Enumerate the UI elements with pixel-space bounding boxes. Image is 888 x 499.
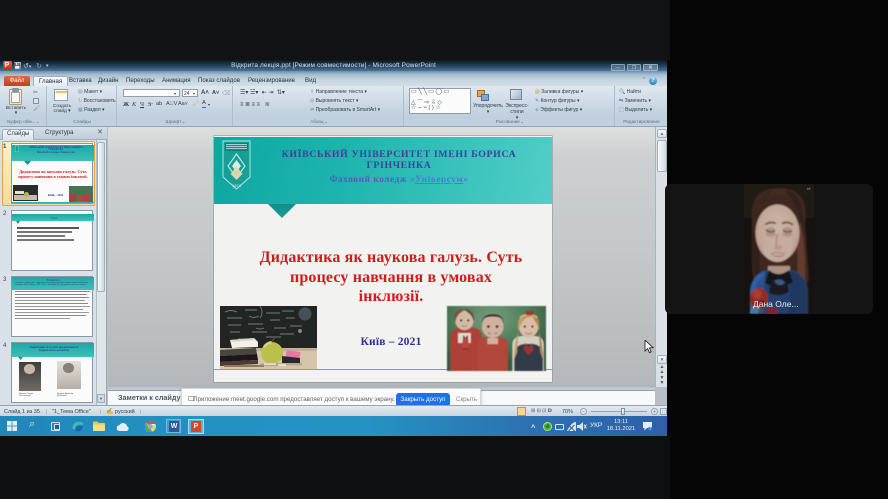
svg-text:1874: 1874 <box>232 183 242 188</box>
svg-text:7: 7 <box>649 427 651 431</box>
